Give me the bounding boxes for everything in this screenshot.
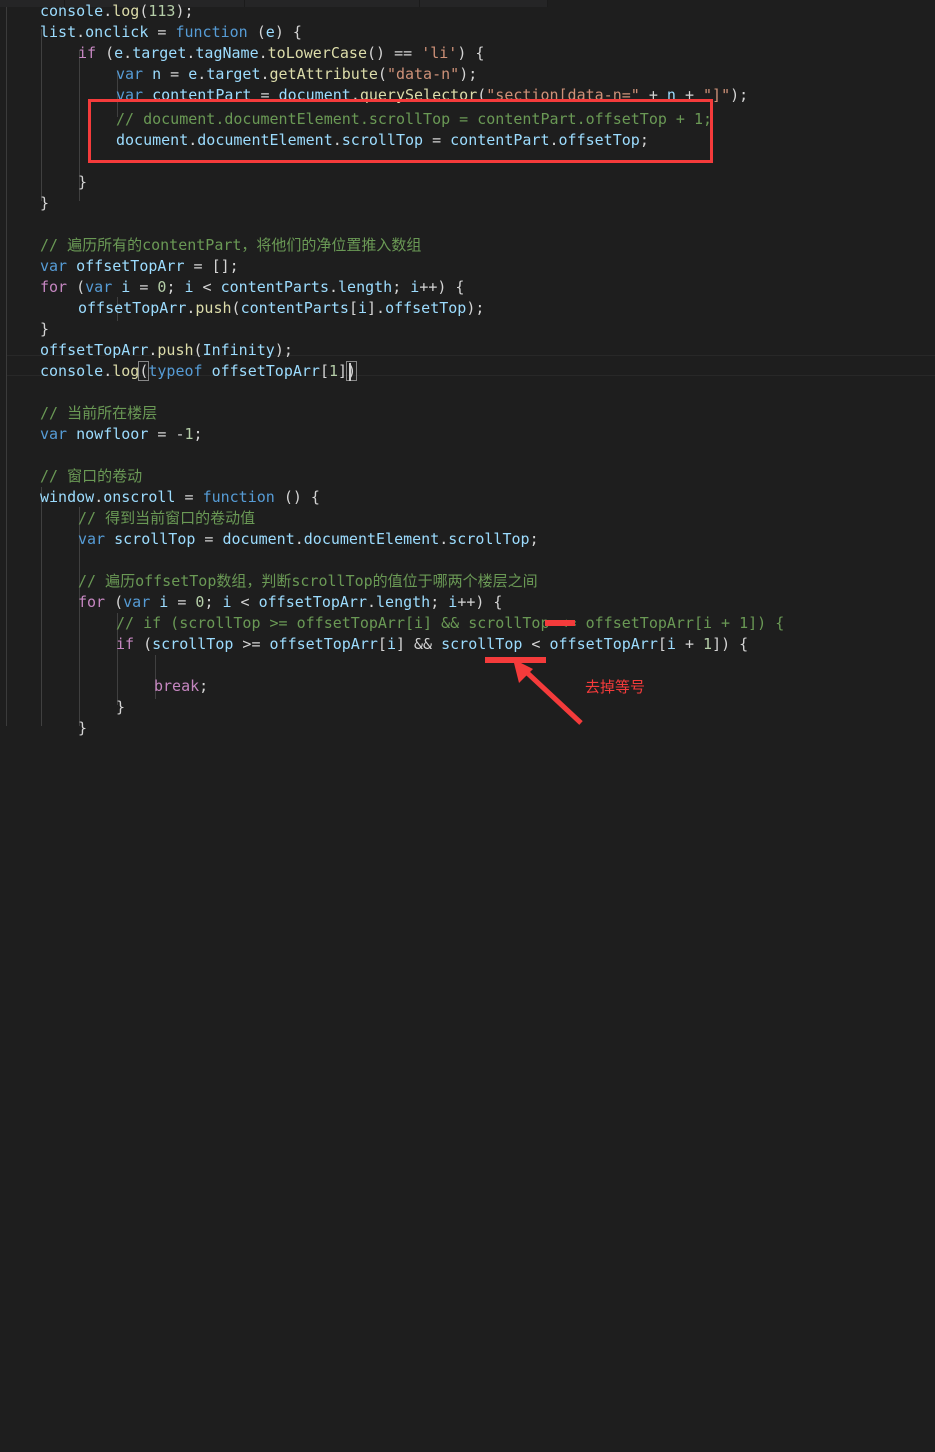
code-line-comment-cn: // 得到当前窗口的卷动值 — [78, 509, 256, 527]
code-line: for (var i = 0; i < contentParts.length;… — [40, 278, 465, 296]
code-line: var scrollTop = document.documentElement… — [78, 530, 539, 548]
annotation-note-text: 去掉等号 — [585, 678, 646, 696]
code-line-commented: // if (scrollTop >= offsetTopArr[i] && s… — [116, 614, 785, 632]
code-line: var contentPart = document.querySelector… — [116, 86, 749, 104]
code-line: } — [78, 719, 88, 737]
text-cursor — [349, 363, 351, 381]
editor-tab-active[interactable] — [548, 0, 935, 7]
code-content[interactable]: console.log(113); list.onclick = functio… — [0, 2, 935, 737]
editor-tab-3[interactable] — [245, 0, 420, 7]
code-line: list.onclick = function (e) { — [40, 23, 302, 41]
code-line: if (e.target.tagName.toLowerCase() == 'l… — [78, 44, 485, 62]
code-line: window.onscroll = function () { — [40, 488, 320, 506]
code-editor[interactable]: console.log(113); list.onclick = functio… — [0, 2, 935, 737]
code-line: } — [116, 698, 126, 716]
code-line: console.log(113); — [40, 2, 194, 20]
code-line: } — [40, 194, 50, 212]
code-line: document.documentElement.scrollTop = con… — [116, 131, 649, 149]
code-line-current: console.log(typeof offsetTopArr[1]) — [40, 361, 358, 381]
code-line-comment-cn: // 窗口的卷动 — [40, 467, 143, 485]
code-line: } — [40, 320, 50, 338]
code-line-commented: // document.documentElement.scrollTop = … — [116, 110, 713, 128]
code-line: var offsetTopArr = []; — [40, 257, 239, 275]
code-line: offsetTopArr.push(contentParts[i].offset… — [78, 299, 485, 317]
code-line: offsetTopArr.push(Infinity); — [40, 341, 293, 359]
code-line: if (scrollTop >= offsetTopArr[i] && scro… — [116, 635, 749, 653]
code-line: var nowfloor = -1; — [40, 425, 203, 443]
code-line: var n = e.target.getAttribute("data-n"); — [116, 65, 478, 83]
annotation-underline-equals — [545, 620, 575, 626]
code-line: break; — [154, 677, 209, 695]
code-line-comment-cn: // 遍历offsetTop数组，判断scrollTop的值位于哪两个楼层之间 — [78, 572, 538, 590]
editor-tab-4[interactable] — [420, 0, 548, 7]
code-line-comment-cn: // 遍历所有的contentPart，将他们的净位置推入数组 — [40, 236, 422, 254]
code-line-comment-cn: // 当前所在楼层 — [40, 404, 158, 422]
code-line: for (var i = 0; i < offsetTopArr.length;… — [78, 593, 503, 611]
annotation-underline-target — [485, 657, 546, 663]
code-line: } — [78, 173, 88, 191]
